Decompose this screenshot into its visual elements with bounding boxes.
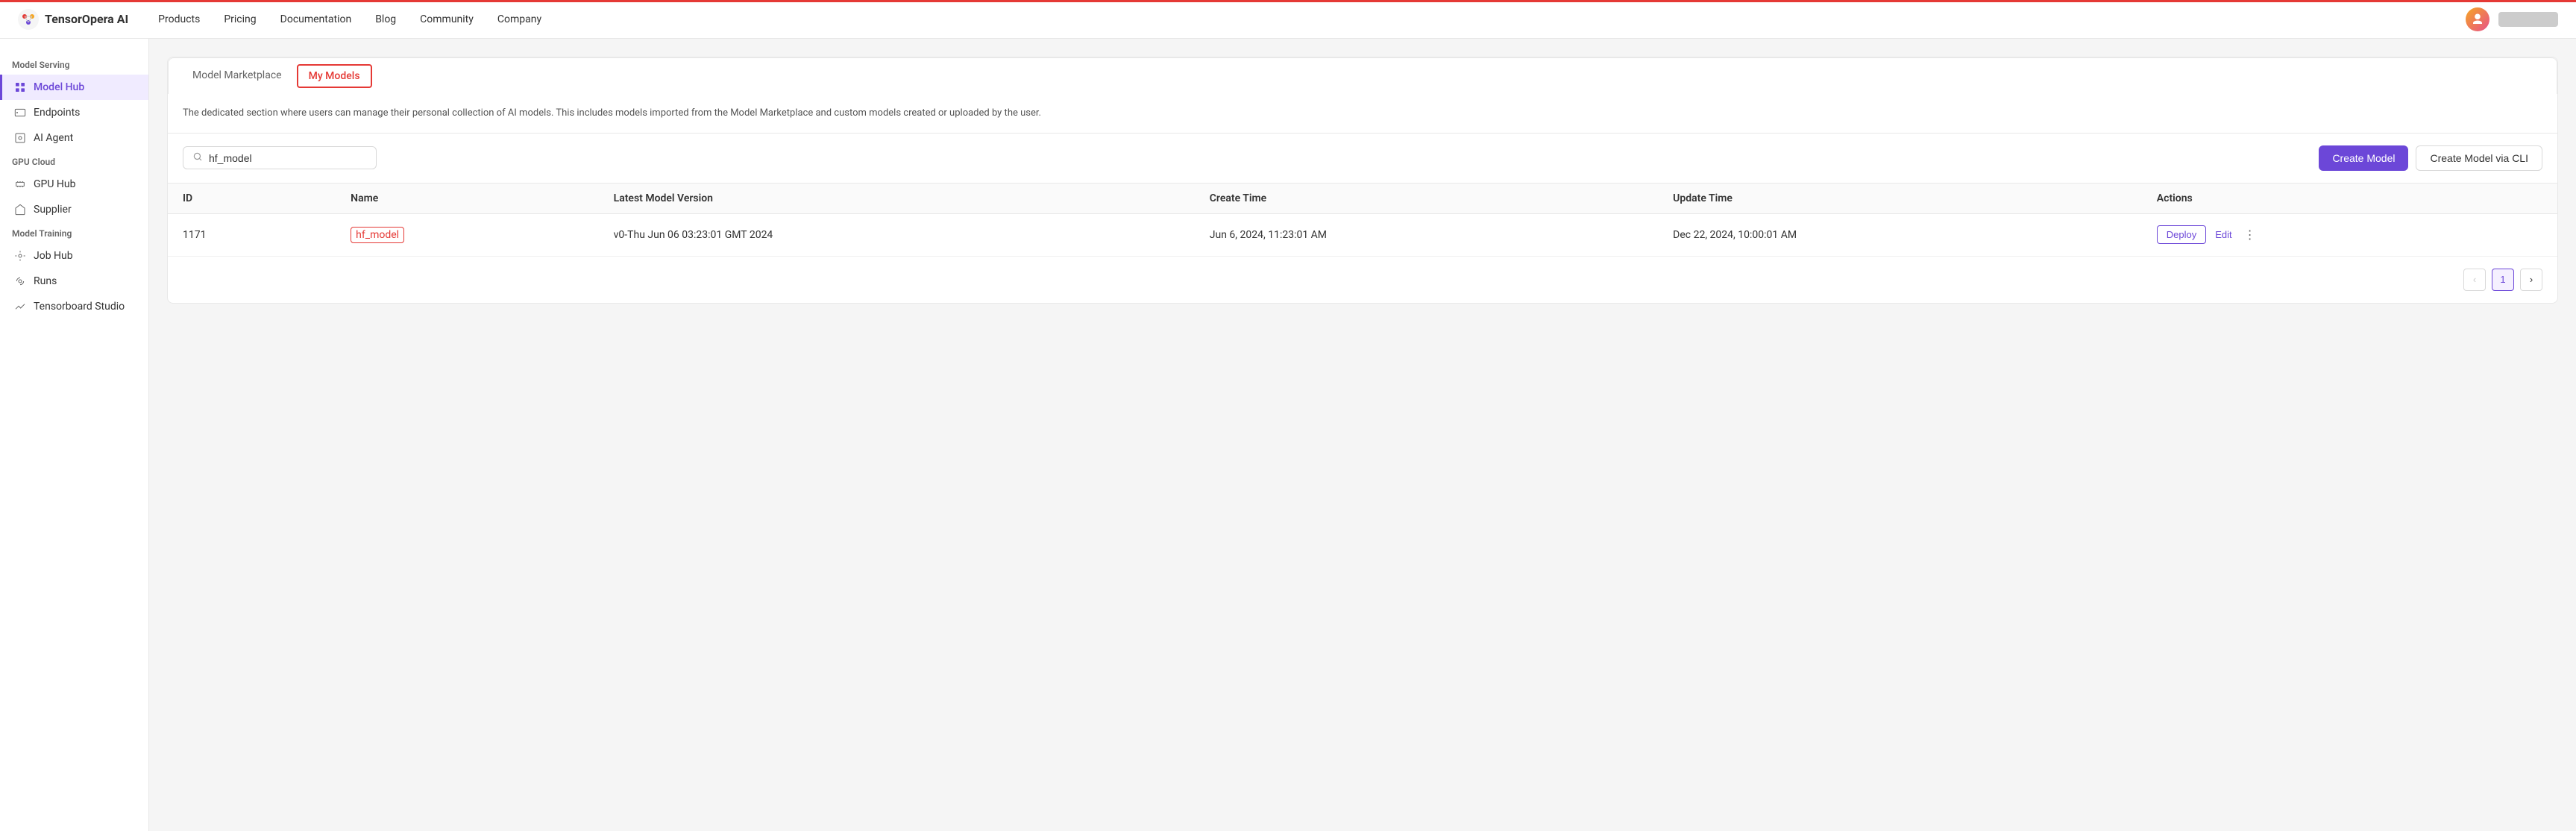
cell-update-time: Dec 22, 2024, 10:00:01 AM	[1658, 213, 2142, 256]
description-bar: The dedicated section where users can ma…	[168, 94, 2557, 134]
user-info-bar	[2498, 12, 2558, 27]
sidebar-item-tensorboard-label: Tensorboard Studio	[34, 301, 125, 313]
col-header-id: ID	[168, 184, 336, 214]
sidebar: Model Serving Model Hub Endpoints AI Age…	[0, 39, 149, 831]
sidebar-item-endpoints[interactable]: Endpoints	[0, 100, 148, 125]
sidebar-item-runs[interactable]: Runs	[0, 269, 148, 294]
cell-actions: Deploy Edit ⋮	[2142, 213, 2557, 256]
sidebar-item-supplier[interactable]: Supplier	[0, 197, 148, 222]
model-name-link[interactable]: hf_model	[351, 227, 404, 243]
nav-item-documentation[interactable]: Documentation	[280, 13, 352, 25]
col-header-name: Name	[336, 184, 598, 214]
toolbar: Create Model Create Model via CLI	[168, 134, 2557, 184]
logo-icon	[18, 9, 39, 30]
sidebar-item-supplier-label: Supplier	[34, 204, 72, 216]
sidebar-item-gpu-hub-label: GPU Hub	[34, 178, 76, 190]
col-header-actions: Actions	[2142, 184, 2557, 214]
model-table: ID Name Latest Model Version Create Time…	[168, 184, 2557, 257]
job-hub-icon	[14, 250, 26, 262]
runs-icon	[14, 275, 26, 287]
cell-name: hf_model	[336, 213, 598, 256]
content-card: Model Marketplace My Models The dedicate…	[167, 57, 2558, 304]
sidebar-item-job-hub-label: Job Hub	[34, 250, 73, 262]
user-avatar[interactable]	[2466, 7, 2489, 31]
sidebar-item-ai-agent-label: AI Agent	[34, 132, 73, 144]
main-content: Model Marketplace My Models The dedicate…	[149, 39, 2576, 831]
edit-button[interactable]: Edit	[2209, 226, 2237, 243]
sidebar-item-model-hub[interactable]: Model Hub	[0, 75, 148, 100]
nav-item-products[interactable]: Products	[158, 13, 200, 25]
supplier-icon	[14, 204, 26, 216]
nav-item-pricing[interactable]: Pricing	[224, 13, 256, 25]
pagination-page-1[interactable]: 1	[2492, 269, 2514, 291]
search-icon	[192, 151, 203, 164]
pagination: ‹ 1 ›	[168, 257, 2557, 303]
gpu-hub-icon	[14, 178, 26, 190]
model-hub-icon	[14, 81, 26, 93]
deploy-button[interactable]: Deploy	[2157, 225, 2206, 244]
sidebar-item-gpu-hub[interactable]: GPU Hub	[0, 172, 148, 197]
tab-bar: Model Marketplace My Models	[168, 57, 2557, 94]
search-box	[183, 146, 377, 169]
col-header-update-time: Update Time	[1658, 184, 2142, 214]
tab-model-marketplace[interactable]: Model Marketplace	[180, 59, 294, 93]
nav-item-company[interactable]: Company	[497, 13, 541, 25]
endpoints-icon	[14, 107, 26, 119]
sidebar-section-model-serving: Model Serving	[0, 54, 148, 75]
table-header-row: ID Name Latest Model Version Create Time…	[168, 184, 2557, 214]
cell-version: v0-Thu Jun 06 03:23:01 GMT 2024	[599, 213, 1195, 256]
sidebar-section-model-training: Model Training	[0, 222, 148, 243]
col-header-version: Latest Model Version	[599, 184, 1195, 214]
sidebar-item-endpoints-label: Endpoints	[34, 107, 80, 119]
navbar-right	[2466, 7, 2558, 31]
actions-cell: Deploy Edit ⋮	[2157, 225, 2542, 245]
avatar-icon	[2471, 13, 2484, 26]
logo-text: TensorOpera AI	[45, 12, 128, 26]
sidebar-item-ai-agent[interactable]: AI Agent	[0, 125, 148, 151]
sidebar-item-runs-label: Runs	[34, 275, 57, 287]
logo[interactable]: TensorOpera AI	[18, 9, 128, 30]
pagination-prev[interactable]: ‹	[2463, 269, 2486, 291]
top-accent-bar	[0, 0, 2576, 2]
create-model-cli-button[interactable]: Create Model via CLI	[2416, 145, 2542, 171]
col-header-create-time: Create Time	[1195, 184, 1658, 214]
sidebar-item-model-hub-label: Model Hub	[34, 81, 84, 93]
toolbar-buttons: Create Model Create Model via CLI	[2319, 145, 2542, 171]
cell-create-time: Jun 6, 2024, 11:23:01 AM	[1195, 213, 1658, 256]
tensorboard-icon	[14, 301, 26, 313]
navbar: TensorOpera AI Products Pricing Document…	[0, 0, 2576, 39]
nav-item-community[interactable]: Community	[420, 13, 474, 25]
nav-item-blog[interactable]: Blog	[375, 13, 396, 25]
ai-agent-icon	[14, 132, 26, 144]
pagination-next[interactable]: ›	[2520, 269, 2542, 291]
create-model-button[interactable]: Create Model	[2319, 145, 2408, 171]
more-button[interactable]: ⋮	[2241, 225, 2259, 245]
layout: Model Serving Model Hub Endpoints AI Age…	[0, 39, 2576, 831]
sidebar-item-job-hub[interactable]: Job Hub	[0, 243, 148, 269]
navbar-nav: Products Pricing Documentation Blog Comm…	[158, 13, 2466, 25]
cell-id: 1171	[168, 213, 336, 256]
sidebar-item-tensorboard[interactable]: Tensorboard Studio	[0, 294, 148, 319]
search-input[interactable]	[209, 152, 367, 164]
table-row: 1171 hf_model v0-Thu Jun 06 03:23:01 GMT…	[168, 213, 2557, 256]
tab-my-models[interactable]: My Models	[297, 64, 372, 88]
sidebar-section-gpu-cloud: GPU Cloud	[0, 151, 148, 172]
